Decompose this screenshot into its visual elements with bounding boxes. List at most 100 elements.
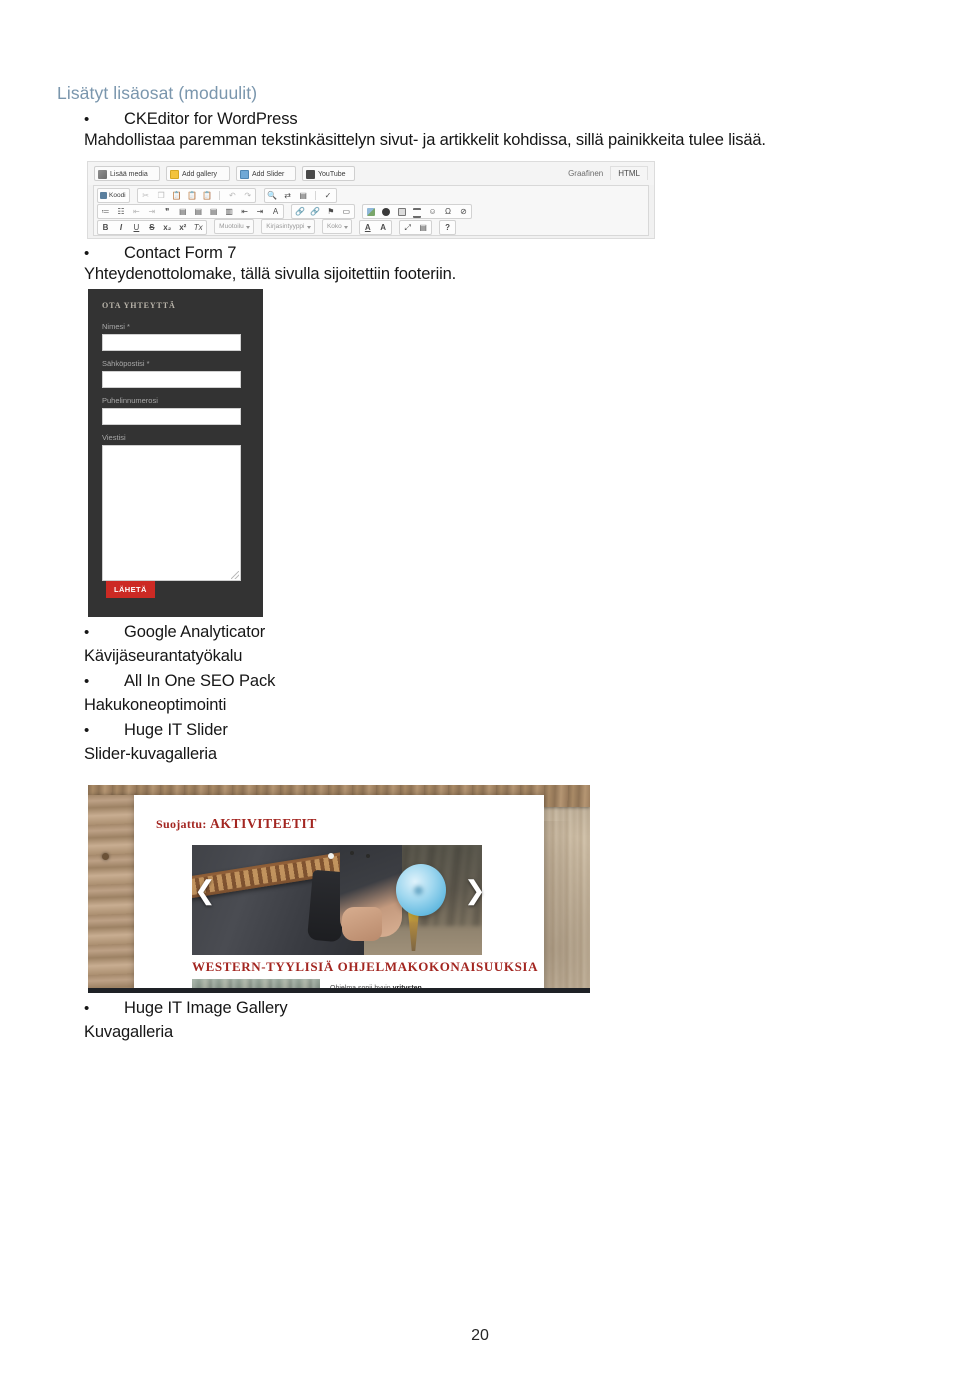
contact-form-screenshot: OTA YHTEYTTÄ Nimesi * Sähköpostisi * Puh… (88, 289, 263, 617)
source-code-button[interactable]: Koodi (97, 188, 130, 203)
align-left-icon[interactable]: ▤ (177, 206, 188, 217)
justify-icon[interactable]: ▥ (224, 206, 235, 217)
list-item-ckeditor-description: Mahdollistaa paremman tekstinkäsittelyn … (84, 131, 766, 149)
divider (315, 191, 317, 200)
cut-icon[interactable]: ✂ (140, 190, 151, 201)
phone-field-label: Puhelinnumerosi (102, 396, 158, 405)
format-dropdown[interactable]: Muotoilu (214, 219, 254, 234)
slider-next-arrow-icon[interactable]: ❯ (464, 877, 486, 903)
tab-graafinen[interactable]: Graafinen (561, 167, 610, 180)
youtube-button[interactable]: YouTube (302, 166, 355, 181)
message-field[interactable] (102, 445, 241, 581)
blockquote-icon[interactable]: ❞ (162, 206, 173, 217)
smiley-icon[interactable]: ☺ (427, 206, 438, 217)
contact-form-title: OTA YHTEYTTÄ (102, 301, 176, 310)
list-item-huge-it-slider-description: Slider-kuvagalleria (84, 745, 217, 763)
table-icon[interactable] (396, 206, 407, 217)
link-group: 🔗 🔗 ⚑ ▭ (291, 204, 355, 219)
toolbar-row-1: Koodi ✂ ❐ 📋 📋 📋 ↶ ↷ 🔍 ⇄ ▤ ✓ (94, 186, 648, 203)
size-dropdown[interactable]: Koko (321, 219, 352, 234)
flash-icon[interactable] (381, 206, 392, 217)
list-item-contact-form-7: • Contact Form 7 (84, 244, 236, 263)
add-slider-button[interactable]: Add Slider (236, 166, 296, 181)
add-gallery-button[interactable]: Add gallery (166, 166, 230, 181)
email-field[interactable] (102, 371, 241, 388)
align-center-icon[interactable]: ▤ (193, 206, 204, 217)
replace-icon[interactable]: ⇄ (282, 190, 293, 201)
page-break-icon[interactable]: ⊘ (458, 206, 469, 217)
toolbar-row-2: ≔ ☷ ⇤ ⇥ ❞ ▤ ▤ ▤ ▥ ⇤ ⇥ A 🔗 🔗 ⚑ ▭ ☺ Ω ⊘ (94, 202, 648, 219)
paste-word-icon[interactable]: 📋 (202, 190, 213, 201)
send-button[interactable]: LÄHETÄ (106, 581, 155, 598)
image-icon[interactable] (365, 206, 376, 217)
message-field-label: Viestisi (102, 433, 126, 442)
indent-icon[interactable]: ⇥ (146, 206, 157, 217)
bold-icon[interactable]: B (100, 222, 111, 233)
maximize-icon[interactable]: ⤢ (402, 222, 413, 233)
paste-icon[interactable]: 📋 (171, 190, 182, 201)
bullet-glyph: • (84, 245, 90, 262)
color-group: A A (359, 220, 392, 235)
underline-icon[interactable]: U (131, 222, 142, 233)
outdent-icon[interactable]: ⇤ (131, 206, 142, 217)
clipboard-group: ✂ ❐ 📋 📋 📋 ↶ ↷ (137, 188, 257, 203)
italic-icon[interactable]: I (115, 222, 126, 233)
page-number: 20 (471, 1327, 489, 1344)
undo-icon[interactable]: ↶ (227, 190, 238, 201)
list-item-ckeditor: • CKEditor for WordPress (84, 110, 298, 129)
about-icon[interactable]: ? (442, 222, 453, 233)
text-color-icon[interactable]: A (362, 222, 373, 233)
font-dropdown[interactable]: Kirjasintyyppi (261, 219, 315, 234)
list-item-google-analyticator-description: Kävijäseurantatyökalu (84, 647, 243, 665)
ltr-icon[interactable]: ⇤ (239, 206, 250, 217)
unknown-icon[interactable]: ▭ (341, 206, 352, 217)
list-item-label: CKEditor for WordPress (124, 110, 298, 128)
bullet-glyph: • (84, 624, 90, 641)
special-char-icon[interactable]: Ω (443, 206, 454, 217)
show-blocks-icon[interactable]: ▤ (418, 222, 429, 233)
name-field[interactable] (102, 334, 241, 351)
find-group: 🔍 ⇄ ▤ ✓ (263, 188, 337, 203)
background-color-icon[interactable]: A (378, 222, 389, 233)
redo-icon[interactable]: ↷ (242, 190, 253, 201)
list-item-label: Huge IT Image Gallery (124, 999, 288, 1017)
copy-icon[interactable]: ❐ (156, 190, 167, 201)
add-media-button[interactable]: Lisää media (94, 166, 160, 181)
link-icon[interactable]: 🔗 (294, 206, 305, 217)
strikethrough-icon[interactable]: S (146, 222, 157, 233)
list-item-google-analyticator: • Google Analyticator (84, 623, 265, 642)
name-field-label: Nimesi * (102, 322, 130, 331)
list-item-label: All In One SEO Pack (124, 672, 276, 690)
unlink-icon[interactable]: 🔗 (310, 206, 321, 217)
bulleted-list-icon[interactable]: ☷ (115, 206, 126, 217)
align-right-icon[interactable]: ▤ (208, 206, 219, 217)
remove-format-icon[interactable]: Tx (193, 222, 204, 233)
horizontal-rule-icon[interactable] (412, 206, 423, 218)
list-item-label: Huge IT Slider (124, 721, 228, 739)
anchor-icon[interactable]: ⚑ (325, 206, 336, 217)
language-icon[interactable]: A (270, 206, 281, 217)
post-title[interactable]: WESTERN-TYYLISIÄ OHJELMAKOKONAISUUKSIA (192, 959, 538, 975)
email-field-label: Sähköpostisi * (102, 359, 150, 368)
slider-icon (240, 170, 249, 179)
list-item-seo-pack: • All In One SEO Pack (84, 672, 275, 691)
bullet-glyph: • (84, 1000, 90, 1017)
photo-highlight (328, 853, 334, 859)
paste-text-icon[interactable]: 📋 (186, 190, 197, 201)
select-all-icon[interactable]: ▤ (298, 190, 309, 201)
slider-prev-arrow-icon[interactable]: ❮ (194, 877, 216, 903)
subscript-icon[interactable]: x₂ (162, 222, 173, 233)
phone-field[interactable] (102, 408, 241, 425)
list-item-label: Google Analyticator (124, 623, 266, 641)
find-icon[interactable]: 🔍 (267, 190, 278, 201)
insert-group: ☺ Ω ⊘ (362, 204, 472, 219)
bullet-glyph: • (84, 673, 90, 690)
superscript-icon[interactable]: x² (177, 222, 188, 233)
spellcheck-icon[interactable]: ✓ (323, 190, 334, 201)
slider-screenshot: Suojattu: AKTIVITEETIT ❮ ❯ WESTERN-TYYLI… (88, 785, 590, 993)
tools-group: ⤢ ▤ (399, 220, 432, 235)
tab-html[interactable]: HTML (610, 166, 648, 180)
rtl-icon[interactable]: ⇥ (255, 206, 266, 217)
divider (219, 191, 221, 200)
numbered-list-icon[interactable]: ≔ (100, 206, 111, 217)
